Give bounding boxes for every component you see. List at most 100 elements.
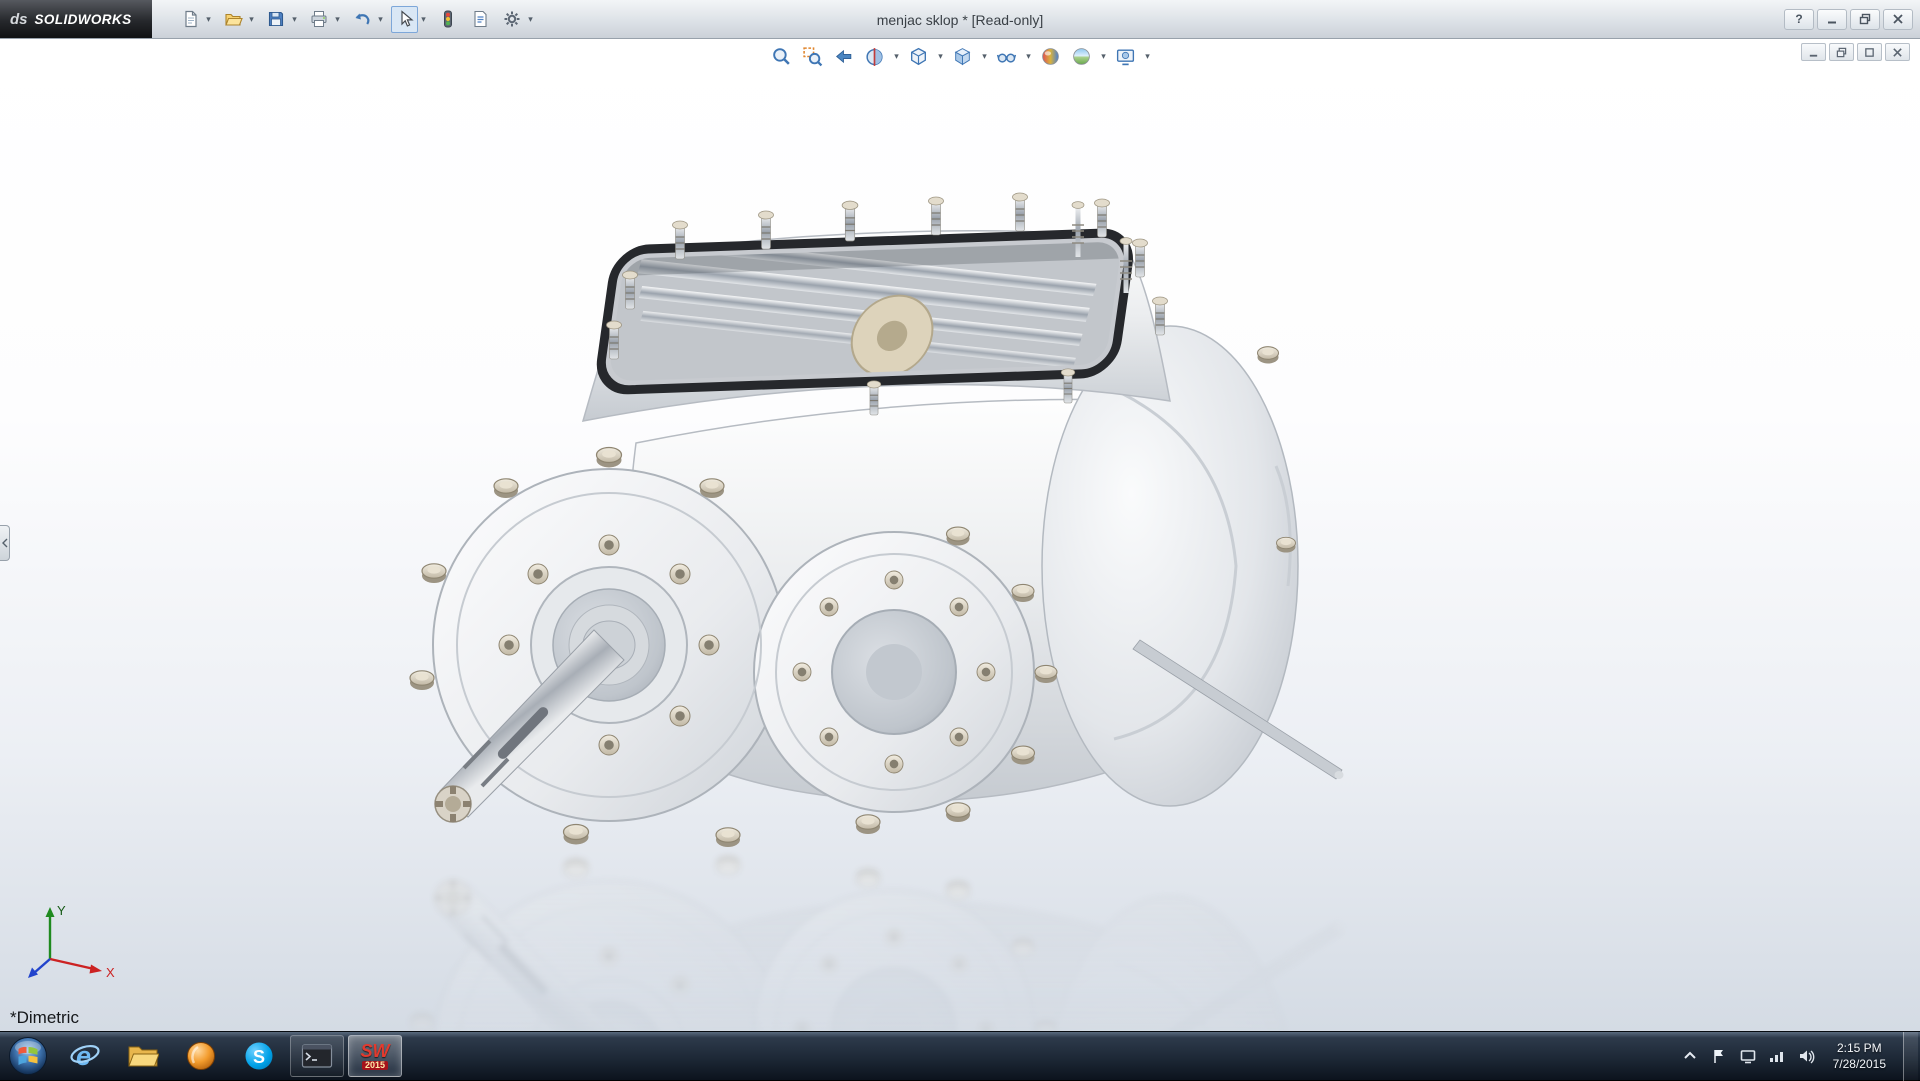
media-player-icon	[186, 1041, 216, 1071]
taskbar-item-media-player[interactable]	[174, 1035, 228, 1077]
undo-button[interactable]	[348, 6, 375, 33]
minimize-icon	[1826, 13, 1838, 25]
menu-bar: ds SOLIDWORKS ▾ ▾ ▾ ▾	[0, 0, 1920, 39]
taskbar-item-skype[interactable]: S	[232, 1035, 286, 1077]
document-maximize-button[interactable]	[1857, 43, 1882, 61]
section-view-button[interactable]	[860, 42, 889, 70]
apply-scene-dropdown[interactable]: ▾	[1098, 43, 1109, 70]
print-dropdown[interactable]: ▾	[332, 6, 343, 33]
display-icon	[1739, 1047, 1757, 1065]
flag-icon	[1710, 1047, 1728, 1065]
rebuild-button[interactable]	[434, 6, 461, 33]
taskbar-item-command-prompt[interactable]	[290, 1035, 344, 1077]
undo-icon	[352, 9, 372, 29]
internet-explorer-icon: e	[69, 1040, 101, 1072]
brand-text: SOLIDWORKS	[35, 12, 132, 27]
windows-start-orb-icon	[8, 1036, 48, 1076]
select-arrow-icon	[395, 9, 415, 29]
hide-show-items-icon	[996, 46, 1017, 67]
hide-show-items-dropdown[interactable]: ▾	[1023, 43, 1034, 70]
restore-button[interactable]	[1850, 9, 1880, 30]
document-window-controls	[1801, 43, 1910, 61]
triad-x-label: X	[106, 965, 115, 980]
display-settings-button[interactable]	[1738, 1045, 1758, 1067]
save-dropdown[interactable]: ▾	[289, 6, 300, 33]
open-icon	[223, 9, 243, 29]
show-hidden-icons-button[interactable]	[1680, 1045, 1700, 1067]
zoom-to-fit-button[interactable]	[767, 42, 796, 70]
select-button[interactable]	[391, 6, 418, 33]
view-settings-dropdown[interactable]: ▾	[1142, 43, 1153, 70]
clock-date: 7/28/2015	[1833, 1056, 1886, 1072]
zoom-to-area-button[interactable]	[798, 42, 827, 70]
show-desktop-button[interactable]	[1903, 1032, 1918, 1081]
restore-icon	[1859, 13, 1871, 25]
triad-y-label: Y	[57, 903, 66, 918]
view-orientation-label: *Dimetric	[10, 1008, 79, 1028]
gearbox-model	[378, 91, 1378, 1031]
section-view-dropdown[interactable]: ▾	[891, 43, 902, 70]
rebuild-icon	[438, 9, 458, 29]
previous-view-icon	[833, 46, 854, 67]
print-button[interactable]	[305, 6, 332, 33]
heads-up-toolbar: ▾ ▾ ▾ ▾ ▾ ▾	[767, 42, 1153, 70]
new-document-button[interactable]	[176, 6, 203, 33]
reference-triad: Y X	[24, 901, 120, 987]
graphics-area[interactable]: ▾ ▾ ▾ ▾ ▾ ▾	[0, 39, 1920, 1031]
solidworks-window: ds SOLIDWORKS ▾ ▾ ▾ ▾	[0, 0, 1920, 1080]
panel-expand-arrow-icon	[2, 538, 8, 548]
view-orientation-button[interactable]	[904, 42, 933, 70]
system-tray: 2:15 PM 7/28/2015	[1680, 1032, 1920, 1081]
taskbar-item-internet-explorer[interactable]: e	[58, 1035, 112, 1077]
zoom-to-area-icon	[802, 46, 823, 67]
taskbar-clock[interactable]: 2:15 PM 7/28/2015	[1825, 1040, 1894, 1072]
view-settings-button[interactable]	[1111, 42, 1140, 70]
help-button[interactable]: ?	[1784, 9, 1814, 30]
solidworks-version-badge: 2015	[362, 1061, 388, 1070]
save-button[interactable]	[262, 6, 289, 33]
new-document-icon	[180, 9, 200, 29]
hide-show-items-button[interactable]	[992, 42, 1021, 70]
document-maximize-icon	[1864, 47, 1875, 58]
document-restore-icon	[1836, 47, 1847, 58]
standard-toolbar: ▾ ▾ ▾ ▾ ▾	[176, 6, 540, 33]
minimize-button[interactable]	[1817, 9, 1847, 30]
previous-view-button[interactable]	[829, 42, 858, 70]
network-status-button[interactable]	[1767, 1045, 1787, 1067]
model-reflection	[410, 855, 1344, 1031]
action-center-button[interactable]	[1709, 1045, 1729, 1067]
view-orientation-icon	[908, 46, 929, 67]
start-button[interactable]	[0, 1032, 56, 1081]
section-view-icon	[864, 46, 885, 67]
taskbar-item-solidworks[interactable]: SW 2015	[348, 1035, 402, 1077]
undo-dropdown[interactable]: ▾	[375, 6, 386, 33]
view-orientation-dropdown[interactable]: ▾	[935, 43, 946, 70]
options-button[interactable]	[498, 6, 525, 33]
open-button[interactable]	[219, 6, 246, 33]
options-dropdown[interactable]: ▾	[525, 6, 536, 33]
display-style-button[interactable]	[948, 42, 977, 70]
document-close-icon	[1892, 47, 1903, 58]
taskbar-item-windows-explorer[interactable]	[116, 1035, 170, 1077]
edit-appearance-button[interactable]	[1036, 42, 1065, 70]
document-close-button[interactable]	[1885, 43, 1910, 61]
apply-scene-icon	[1071, 46, 1092, 67]
ds-logo-icon: ds	[10, 11, 28, 28]
display-style-dropdown[interactable]: ▾	[979, 43, 990, 70]
apply-scene-button[interactable]	[1067, 42, 1096, 70]
document-restore-button[interactable]	[1829, 43, 1854, 61]
zoom-to-fit-icon	[771, 46, 792, 67]
featuremanager-collapse-tab[interactable]	[0, 525, 10, 561]
volume-button[interactable]	[1796, 1045, 1816, 1067]
close-button[interactable]	[1883, 9, 1913, 30]
open-dropdown[interactable]: ▾	[246, 6, 257, 33]
folder-icon	[127, 1043, 159, 1069]
file-properties-button[interactable]	[466, 6, 493, 33]
edit-appearance-icon	[1040, 46, 1061, 67]
options-gear-icon	[502, 9, 522, 29]
select-dropdown[interactable]: ▾	[418, 6, 429, 33]
window-controls: ?	[1784, 9, 1920, 30]
solidworks-app-icon: SW 2015	[361, 1042, 390, 1070]
new-document-dropdown[interactable]: ▾	[203, 6, 214, 33]
document-minimize-button[interactable]	[1801, 43, 1826, 61]
